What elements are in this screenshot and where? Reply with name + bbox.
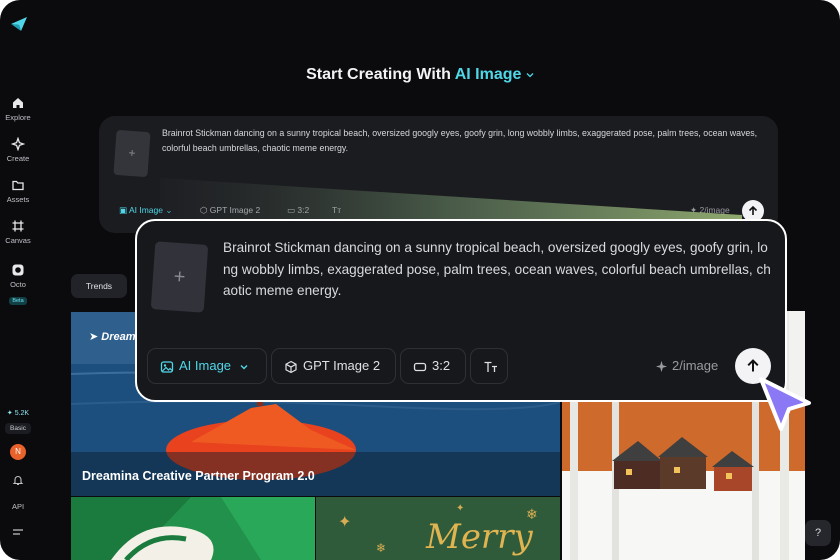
model-selector[interactable]: ⬡ GPT Image 2 xyxy=(200,205,260,216)
cost-value: 2/image xyxy=(699,205,730,215)
add-reference-button-zoomed[interactable]: + xyxy=(150,241,209,313)
beta-badge: Beta xyxy=(9,297,27,305)
add-reference-button[interactable]: + xyxy=(113,129,151,178)
sparkle-icon xyxy=(11,137,25,151)
green-wave-tile[interactable] xyxy=(71,497,315,560)
prompt-card: + Brainrot Stickman dancing on a sunny t… xyxy=(99,116,778,233)
arrow-up-icon xyxy=(748,205,758,215)
cost-label: ✦ 2/image xyxy=(690,205,730,215)
green-artwork xyxy=(71,497,315,560)
prompt-text[interactable]: Brainrot Stickman dancing on a sunny tro… xyxy=(162,126,762,156)
image-icon xyxy=(160,360,174,373)
chevron-down-icon xyxy=(526,72,534,78)
ratio-selector-label: 3:2 xyxy=(432,358,451,373)
page-title: Start Creating With AI Image xyxy=(0,66,840,84)
bell-icon[interactable] xyxy=(12,474,24,486)
text-style-icon[interactable]: Tт xyxy=(332,205,341,215)
folder-icon xyxy=(12,180,24,191)
merry-card-tile[interactable]: ✦ ❄ ❄ ✦ Merry xyxy=(316,497,560,560)
model-selector-zoomed[interactable]: GPT Image 2 xyxy=(271,348,396,384)
sidebar: Explore Create Assets Canvas Octo Beta ✦… xyxy=(0,0,36,560)
credits-widget[interactable]: ✦ 5.2K Basic xyxy=(5,402,31,434)
pointer-cursor-icon xyxy=(759,377,811,431)
avatar[interactable]: N xyxy=(10,444,26,460)
plan-badge: Basic xyxy=(5,423,31,434)
ratio-selector-label: 3:2 xyxy=(297,205,310,215)
help-button[interactable]: ? xyxy=(805,520,831,546)
api-link[interactable]: API xyxy=(0,502,36,511)
sidebar-item-create[interactable]: Create xyxy=(0,137,36,163)
svg-text:✦: ✦ xyxy=(338,512,351,531)
sidebar-item-label: Assets xyxy=(6,195,30,204)
mode-dropdown-label: AI Image xyxy=(128,205,163,215)
arrow-up-icon xyxy=(747,359,759,372)
sidebar-item-explore[interactable]: Explore xyxy=(0,96,36,122)
model-selector-label: GPT Image 2 xyxy=(209,205,261,215)
sidebar-item-label: Explore xyxy=(5,113,31,122)
text-style-button-zoomed[interactable] xyxy=(470,348,508,384)
prompt-card-zoomed: + Brainrot Stickman dancing on a sunny t… xyxy=(135,219,787,402)
sidebar-item-label: Octo xyxy=(10,280,26,289)
cube-icon xyxy=(285,360,297,373)
text-style-icon xyxy=(484,361,497,372)
sidebar-item-assets[interactable]: Assets xyxy=(0,178,36,204)
dreamina-logo-icon[interactable] xyxy=(9,14,29,34)
credits-amount: ✦ 5.2K xyxy=(6,410,30,417)
sparkle-icon xyxy=(655,360,668,373)
mode-dropdown-zoomed[interactable]: AI Image xyxy=(147,348,267,384)
menu-icon[interactable] xyxy=(12,528,24,538)
sidebar-item-label: Create xyxy=(6,154,30,163)
aspect-ratio-icon xyxy=(413,362,427,371)
svg-text:❄: ❄ xyxy=(376,541,386,555)
ratio-selector[interactable]: ▭ 3:2 xyxy=(287,205,309,216)
credits-value: 5.2K xyxy=(14,410,30,417)
svg-text:✦: ✦ xyxy=(456,503,464,514)
cost-value: 2/image xyxy=(672,358,719,373)
mode-dropdown-label: AI Image xyxy=(179,358,232,373)
mode-selector-label: AI Image xyxy=(454,66,522,83)
home-icon xyxy=(13,98,23,108)
sidebar-item-label: Canvas xyxy=(5,236,31,245)
model-selector-label: GPT Image 2 xyxy=(303,358,381,373)
tab-trends[interactable]: Trends xyxy=(71,274,127,298)
sidebar-item-octo[interactable]: Octo Beta xyxy=(0,263,36,307)
canvas-icon xyxy=(12,220,24,232)
merry-text: Merry xyxy=(426,517,533,557)
cost-label-zoomed: 2/image xyxy=(655,358,718,373)
title-text: Start Creating With xyxy=(306,66,451,83)
mode-dropdown[interactable]: ▣ AI Image ⌄ xyxy=(119,205,172,216)
mode-selector[interactable]: AI Image xyxy=(455,66,534,83)
sidebar-item-canvas[interactable]: Canvas xyxy=(0,219,36,245)
chevron-down-icon xyxy=(240,364,248,370)
ratio-selector-zoomed[interactable]: 3:2 xyxy=(400,348,466,384)
prompt-text-zoomed[interactable]: Brainrot Stickman dancing on a sunny tro… xyxy=(223,237,775,302)
app-window: Explore Create Assets Canvas Octo Beta ✦… xyxy=(0,0,840,560)
hero-title: Dreamina Creative Partner Program 2.0 xyxy=(82,469,315,483)
octo-icon xyxy=(12,264,24,276)
